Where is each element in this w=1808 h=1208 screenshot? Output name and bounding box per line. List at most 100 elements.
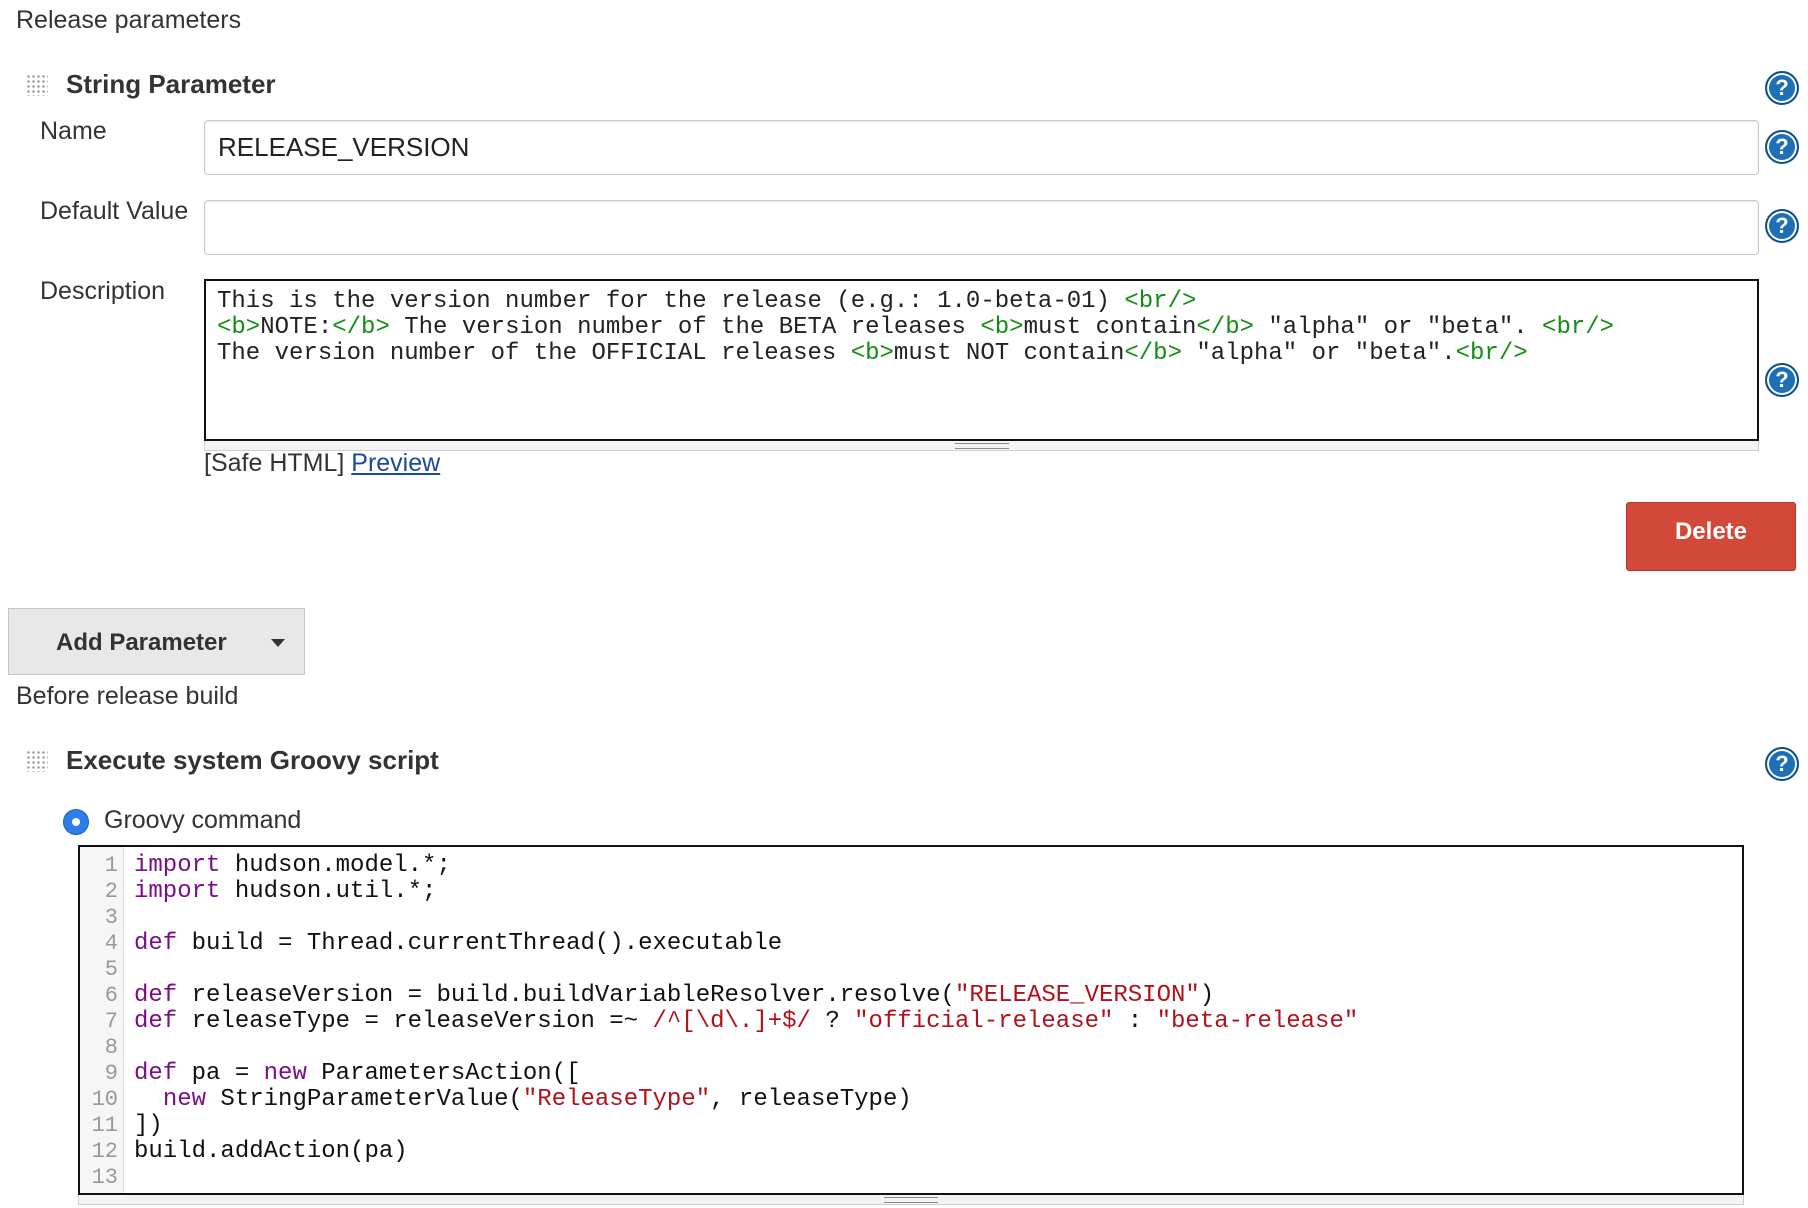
help-icon[interactable]: [1765, 747, 1799, 781]
section-title-before-release-build: Before release build: [16, 682, 239, 710]
code-token: ): [1199, 982, 1215, 1009]
line-number: 11: [91, 1113, 118, 1138]
code-token: , releaseType): [710, 1086, 912, 1113]
help-icon[interactable]: [1765, 71, 1799, 105]
description-text: "alpha" or "beta".: [1181, 340, 1456, 367]
drag-handle-icon[interactable]: [26, 750, 48, 772]
string-token: "ReleaseType": [522, 1086, 711, 1113]
html-tag-token: </b>: [332, 314, 390, 341]
drag-handle-icon[interactable]: [26, 74, 48, 96]
code-token: hudson.model.*;: [220, 852, 451, 879]
groovy-command-label: Groovy command: [104, 806, 302, 834]
description-text: must contain: [1023, 314, 1197, 341]
help-icon[interactable]: [1765, 209, 1799, 243]
code-line: def build = Thread.currentThread().execu…: [134, 932, 782, 956]
html-tag-token: <br/>: [1455, 340, 1528, 367]
keyword-token: new: [162, 1086, 207, 1113]
code-line: def releaseVersion = build.buildVariable…: [134, 984, 1214, 1008]
description-text: The version number of the BETA releases: [389, 314, 981, 341]
line-number: 5: [104, 957, 118, 982]
code-token: pa =: [177, 1060, 264, 1087]
line-number: 12: [91, 1139, 118, 1164]
default-value-label: Default Value: [40, 197, 189, 225]
html-tag-token: </b>: [1196, 314, 1254, 341]
line-number: 9: [104, 1061, 118, 1086]
keyword-token: def: [134, 1060, 178, 1087]
block-title-string-parameter: String Parameter: [66, 69, 276, 99]
name-input[interactable]: RELEASE_VERSION: [204, 120, 1759, 175]
line-number: 3: [104, 905, 118, 930]
default-value-input[interactable]: [204, 200, 1759, 255]
line-number: 7: [104, 1009, 118, 1034]
code-token: build.addAction(pa): [134, 1138, 408, 1165]
keyword-token: new: [263, 1060, 307, 1087]
string-token: "official-release": [854, 1008, 1114, 1035]
keyword-token: def: [134, 1008, 178, 1035]
line-number: 6: [104, 983, 118, 1008]
resize-grip-icon: [884, 1197, 938, 1203]
html-tag-token: <b>: [217, 314, 261, 341]
code-line: import hudson.model.*;: [134, 854, 451, 878]
description-text: The version number of the OFFICIAL relea…: [217, 340, 851, 367]
code-token: ParametersAction([: [306, 1060, 581, 1087]
resize-grip-icon: [954, 443, 1009, 449]
code-token: hudson.util.*;: [220, 878, 437, 905]
keyword-token: import: [134, 852, 221, 879]
block-title-groovy-script: Execute system Groovy script: [66, 745, 439, 775]
code-token: ]): [134, 1112, 163, 1139]
safe-html-hint: [Safe HTML] Preview: [204, 449, 440, 478]
code-line: ]): [134, 1114, 163, 1138]
groovy-command-radio[interactable]: [63, 809, 89, 835]
keyword-token: import: [134, 878, 221, 905]
code-line: def releaseType = releaseVersion =~ /^[\…: [134, 1010, 1358, 1034]
code-line: new StringParameterValue("ReleaseType", …: [134, 1088, 912, 1112]
description-text: must NOT contain: [893, 340, 1125, 367]
code-line: build.addAction(pa): [134, 1140, 408, 1164]
description-line: The version number of the OFFICIAL relea…: [217, 341, 1746, 367]
name-label: Name: [40, 117, 107, 145]
html-tag-token: </b>: [1124, 340, 1182, 367]
keyword-token: def: [134, 930, 178, 957]
code-token: ?: [810, 1008, 855, 1035]
html-tag-token: <br/>: [1542, 314, 1615, 341]
line-number: 4: [104, 931, 118, 956]
code-token: releaseType = releaseVersion =~: [177, 1008, 653, 1035]
code-token: :: [1113, 1008, 1157, 1035]
html-tag-token: <b>: [980, 314, 1024, 341]
string-token: "RELEASE_VERSION": [954, 982, 1200, 1009]
section-title-release-parameters: Release parameters: [16, 6, 242, 34]
html-tag-token: <br/>: [1124, 288, 1197, 315]
string-token: /^[\d\.]+$/: [652, 1008, 811, 1035]
groovy-code-editor[interactable]: 1 import hudson.model.*; 2 import hudson.ut…: [78, 845, 1744, 1195]
line-number: 1: [104, 853, 118, 878]
description-line: <b>NOTE:</b> The version number of the B…: [217, 315, 1746, 341]
description-textarea[interactable]: This is the version number for the relea…: [204, 279, 1759, 441]
help-icon[interactable]: [1765, 363, 1799, 397]
code-line: import hudson.util.*;: [134, 880, 436, 904]
code-token: build = Thread.currentThread().executabl…: [177, 930, 783, 957]
code-token: releaseVersion = build.buildVariableReso…: [177, 982, 955, 1009]
string-token: "beta-release": [1156, 1008, 1359, 1035]
description-text: This is the version number for the relea…: [217, 288, 1125, 315]
description-text: NOTE:: [260, 314, 333, 341]
keyword-token: def: [134, 982, 178, 1009]
line-number: 8: [104, 1035, 118, 1060]
preview-link[interactable]: Preview: [351, 449, 440, 477]
description-text: "alpha" or "beta".: [1254, 314, 1543, 341]
line-number: 10: [91, 1087, 118, 1112]
code-editor-resize-handle[interactable]: [78, 1195, 1744, 1205]
add-parameter-label: Add Parameter: [56, 629, 227, 656]
safe-html-label: [Safe HTML]: [204, 449, 345, 477]
help-icon[interactable]: [1765, 130, 1799, 164]
html-tag-token: <b>: [850, 340, 894, 367]
description-label: Description: [40, 277, 166, 305]
description-line: This is the version number for the relea…: [217, 289, 1746, 315]
line-number: 13: [91, 1165, 118, 1190]
delete-button[interactable]: Delete: [1626, 502, 1796, 571]
code-line: def pa = new ParametersAction([: [134, 1062, 581, 1086]
line-number: 2: [104, 879, 118, 904]
add-parameter-button[interactable]: Add Parameter: [8, 608, 305, 675]
code-token: StringParameterValue(: [206, 1086, 523, 1113]
chevron-down-icon: [271, 639, 285, 647]
